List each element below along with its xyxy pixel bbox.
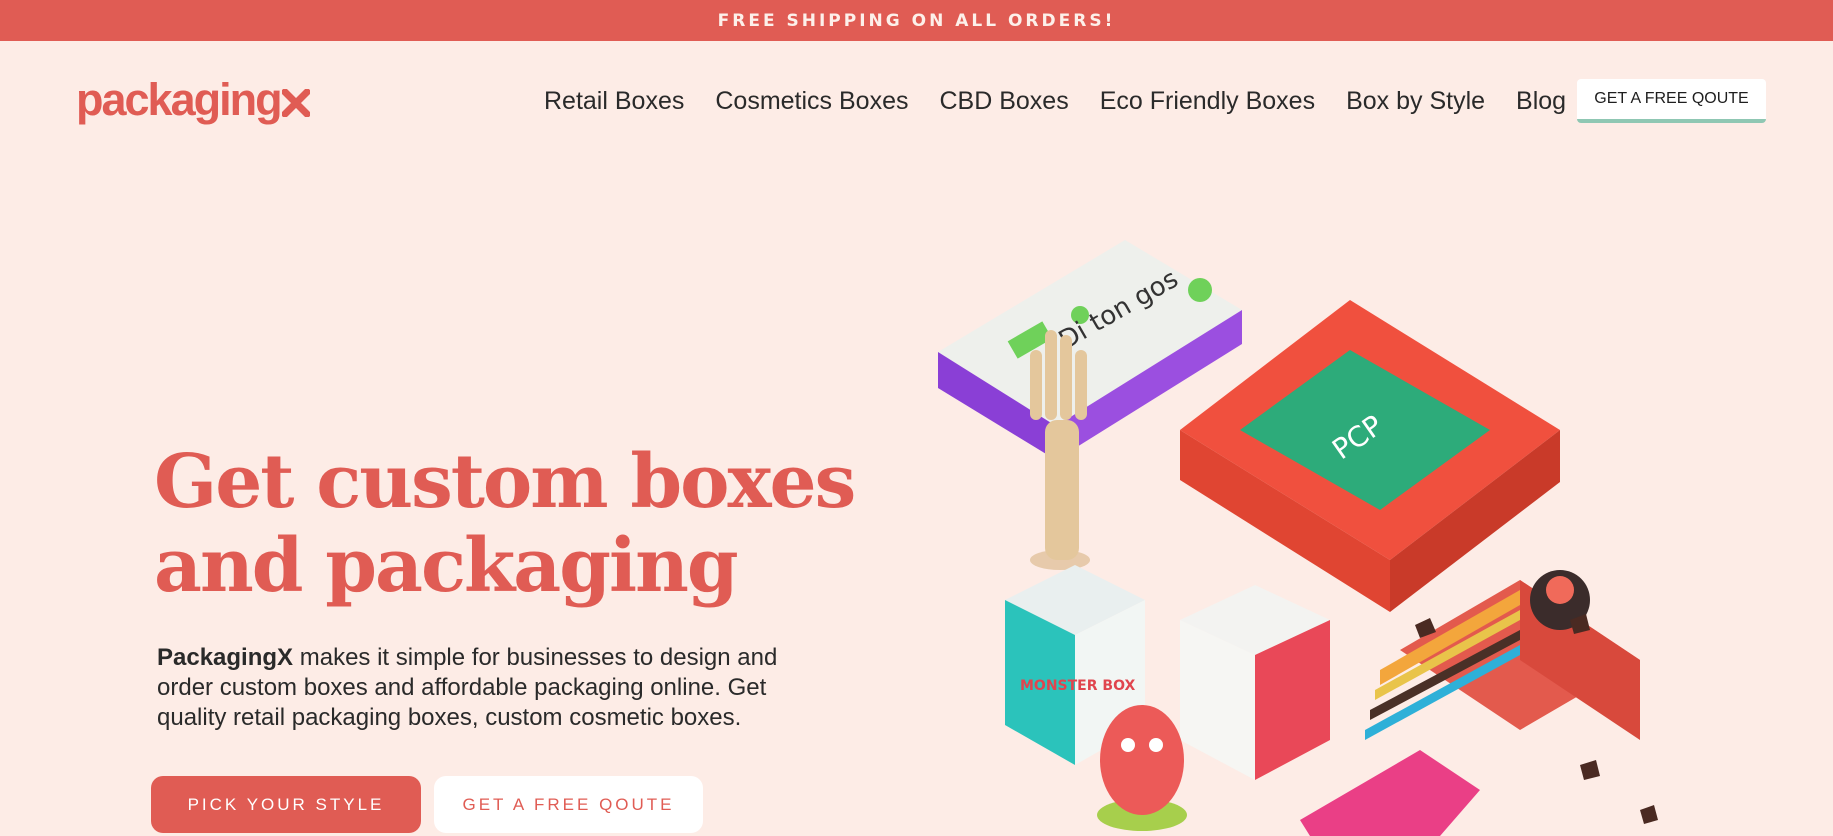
white-monster-box (1180, 585, 1330, 780)
announcement-text: FREE SHIPPING ON ALL ORDERS! (717, 10, 1116, 31)
main-nav: Retail Boxes Cosmetics Boxes CBD Boxes E… (544, 80, 1597, 122)
nav-cbd-boxes[interactable]: CBD Boxes (939, 87, 1068, 116)
brand-logo[interactable]: packaging (76, 72, 310, 128)
hero-product-illustration: Di ton gos PCP MONSTER BOX (938, 240, 1658, 836)
x-mark-icon (281, 89, 310, 117)
nav-cosmetics-boxes[interactable]: Cosmetics Boxes (715, 87, 908, 116)
logo-wordmark: packaging (76, 74, 283, 125)
hero-desc-brand: PackagingX (157, 644, 294, 671)
nav-box-by-style[interactable]: Box by Style (1346, 87, 1485, 116)
hero-title-line1: Get custom boxes (154, 439, 856, 525)
nav-retail-boxes[interactable]: Retail Boxes (544, 87, 684, 116)
wooden-hand-figure (1030, 330, 1090, 570)
teal-box-label: MONSTER BOX (1020, 678, 1135, 694)
announcement-bar: FREE SHIPPING ON ALL ORDERS! (0, 0, 1833, 41)
hero-description: PackagingX makes it simple for businesse… (157, 643, 837, 733)
hero-title: Get custom boxes and packaging (154, 440, 874, 608)
pick-your-style-button[interactable]: PICK YOUR STYLE (151, 776, 421, 833)
hero-title-line2: and packaging (154, 523, 739, 609)
red-monster-toy (1097, 705, 1187, 831)
nav-blog[interactable]: Blog (1516, 87, 1566, 116)
nav-eco-friendly-boxes[interactable]: Eco Friendly Boxes (1100, 87, 1315, 116)
hero-free-quote-button[interactable]: GET A FREE QOUTE (434, 776, 703, 833)
pink-box (1300, 750, 1480, 836)
free-quote-button[interactable]: GET A FREE QOUTE (1577, 79, 1766, 123)
